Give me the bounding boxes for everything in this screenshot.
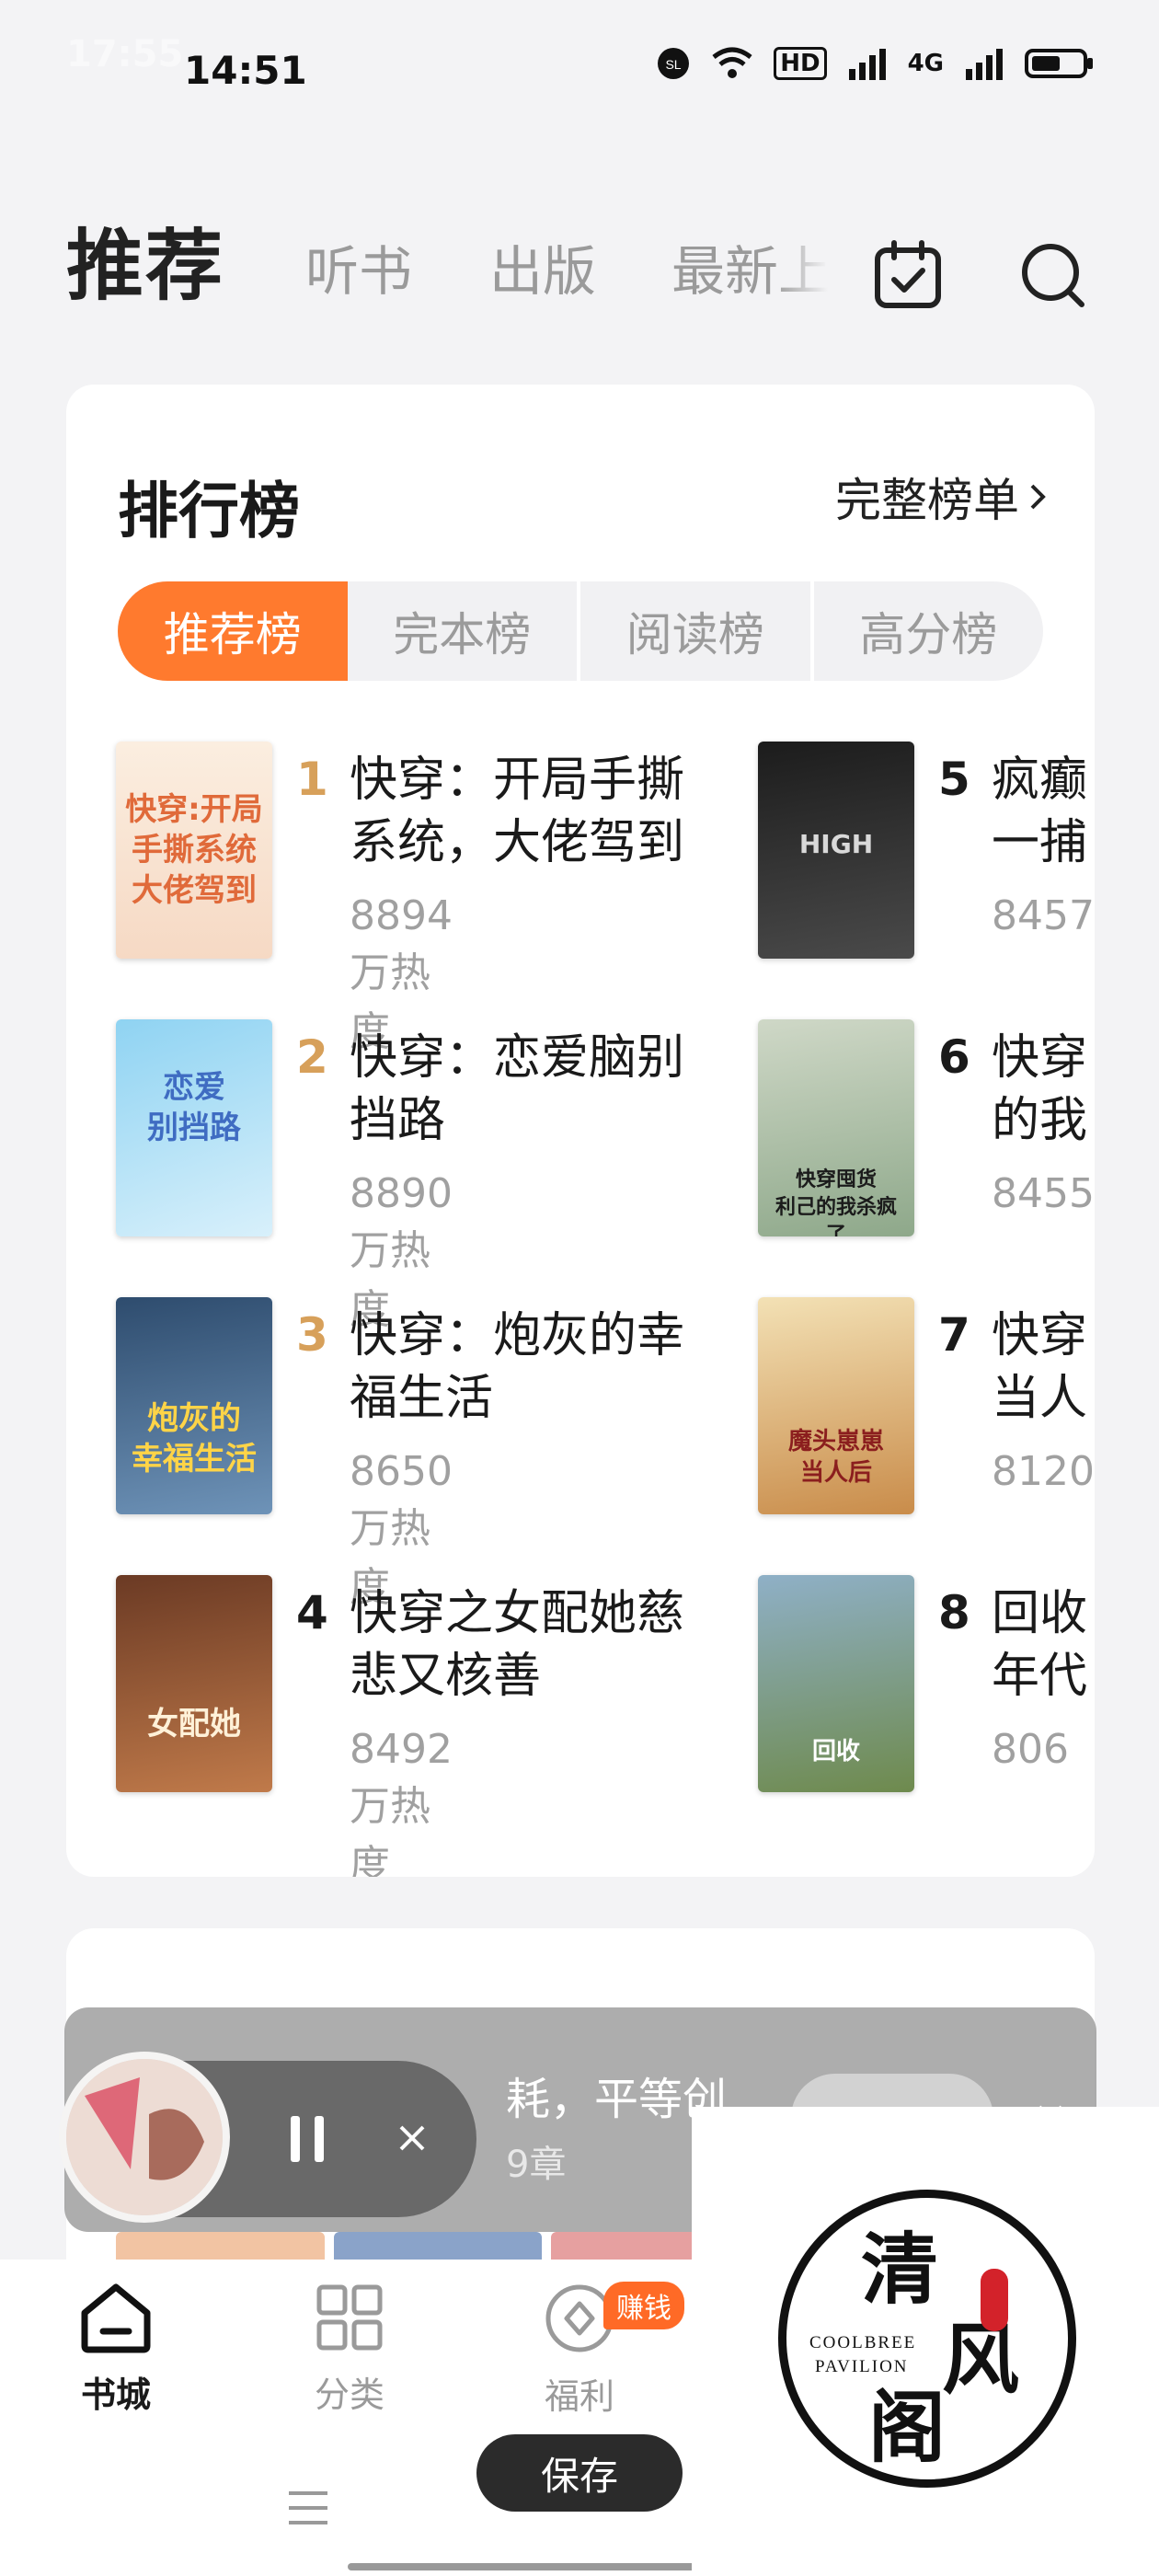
full-list-link[interactable]: 完整榜单 [835,464,1049,530]
player-cover-art[interactable] [59,2052,230,2223]
grid-icon [316,2284,383,2351]
ranking-segment-control: 推荐榜 完本榜 阅读榜 高分榜 [118,581,1043,681]
book-title-line-2: 一捕 [992,815,1088,870]
cover-title: 快穿囤货 利己的我杀疯了 [775,1168,897,1236]
watermark-char: 清 [861,2224,939,2315]
calendar-checkin-icon[interactable] [872,239,944,311]
book-title: 快穿：炮灰的幸福生活 [350,1308,685,1426]
book-title: 快穿：恋爱脑别挡路 [350,1030,685,1148]
home-icon [81,2283,151,2353]
save-button[interactable]: 保存 [476,2434,683,2512]
book-heat: 8492万热度 [350,1726,453,1877]
tab-latest[interactable]: 最新上 [671,228,828,305]
rank-number: 6 [938,1030,970,1084]
segment-reading[interactable]: 阅读榜 [580,581,814,681]
top-tab-bar: 推荐 听书 出版 最新上 [0,184,1159,322]
signal-icon [848,49,886,80]
app-notification-icon: SL [658,48,690,79]
book-cover[interactable]: 快穿:开局 手撕系统 大佬驾到 [116,742,272,959]
book-cover[interactable]: 回收 [758,1575,914,1792]
watermark-char: 阁 [868,2382,947,2473]
nav-label: 福利 [544,2376,614,2417]
pause-icon[interactable] [287,2114,327,2164]
rank-number: 7 [938,1308,970,1362]
menu-icon[interactable] [285,2488,331,2528]
cover-title: 炮灰的 幸福生活 [132,1400,257,1478]
earn-badge: 赚钱 [603,2282,684,2329]
cover-title: HIGH [798,829,874,859]
signal-icon-2 [966,49,1003,80]
book-heat: 8457 [992,892,1095,939]
book-cover[interactable]: 炮灰的 幸福生活 [116,1297,272,1514]
book-title: 疯癫 [992,753,1088,808]
rank-number: 1 [296,753,328,806]
chevron-right-icon [1030,484,1046,510]
cover-title: 恋爱 别挡路 [147,1069,241,1146]
nav-category[interactable]: 分类 [267,2282,432,2417]
network-type: 4G [907,50,944,77]
book-cover[interactable]: 魔头崽崽 当人后 [758,1297,914,1514]
status-ghost-time: 17:55 [66,33,184,75]
watermark-en: PAVILION [815,2357,909,2376]
segment-completed[interactable]: 完本榜 [348,581,580,681]
rank-number: 5 [938,753,970,806]
full-list-label: 完整榜单 [835,474,1019,527]
watermark-en: COOLBREE [809,2333,917,2352]
svg-text:SL: SL [666,57,682,72]
rank-number: 4 [296,1586,328,1639]
book-cover[interactable]: 女配她 [116,1575,272,1792]
ranking-title: 排行榜 [118,476,300,546]
cover-title: 快穿:开局 手撕系统 大佬驾到 [125,791,263,909]
watermark-seal [981,2269,1008,2331]
status-bar: 17:55 14:51 SL HD 4G [0,0,1159,138]
book-title: 快穿 [992,1308,1088,1363]
tab-publishing[interactable]: 出版 [489,228,596,305]
book-heat: 806 [992,1726,1069,1773]
wifi-icon [712,47,752,78]
book-heat: 8455 [992,1170,1095,1217]
segment-high-score[interactable]: 高分榜 [814,581,1044,681]
book-title: 快穿：开局手撕系统，大佬驾到 [350,753,685,870]
cover-title: 魔头崽崽 当人后 [787,1428,884,1487]
book-heat: 8120 [992,1448,1095,1495]
nav-bookstore[interactable]: 书城 [33,2282,199,2417]
book-title: 快穿 [992,1030,1088,1086]
book-title: 回收 [992,1586,1088,1641]
cover-art-image [66,2059,223,2215]
status-icons: SL HD 4G [656,46,1095,81]
book-cover[interactable]: 恋爱 别挡路 [116,1019,272,1236]
rank-number: 2 [296,1030,328,1084]
book-cover[interactable]: HIGH [758,742,914,959]
book-title-line-2: 当人 [992,1371,1088,1426]
nav-welfare[interactable]: 福利 赚钱 [497,2282,684,2419]
rank-number: 8 [938,1586,970,1639]
segment-recommend[interactable]: 推荐榜 [118,581,348,681]
player-control-pill [59,2052,476,2223]
tab-audiobook[interactable]: 听书 [305,228,412,305]
hd-indicator: HD [774,47,827,80]
book-title-line-2: 年代 [992,1649,1088,1704]
cover-title: 回收 [811,1738,860,1765]
nav-label: 分类 [314,2375,384,2415]
cover-title: 女配她 [147,1706,241,1742]
rank-number: 3 [296,1308,328,1362]
search-icon[interactable] [1017,239,1089,311]
status-time: 14:51 [184,48,307,93]
book-cover[interactable]: 快穿囤货 利己的我杀疯了 [758,1019,914,1236]
ranking-card: 排行榜 完整榜单 推荐榜 完本榜 阅读榜 高分榜 快穿:开局 手撕系统 大佬驾到… [66,385,1095,1877]
player-chapter: 9章 [506,2144,567,2186]
book-title-line-2: 的我 [992,1093,1088,1148]
tab-recommend[interactable]: 推荐 [66,204,224,316]
nav-label: 书城 [80,2375,151,2415]
close-player-icon[interactable] [394,2120,430,2156]
book-title: 快穿之女配她慈悲又核善 [350,1586,685,1704]
battery-icon [1025,49,1093,78]
